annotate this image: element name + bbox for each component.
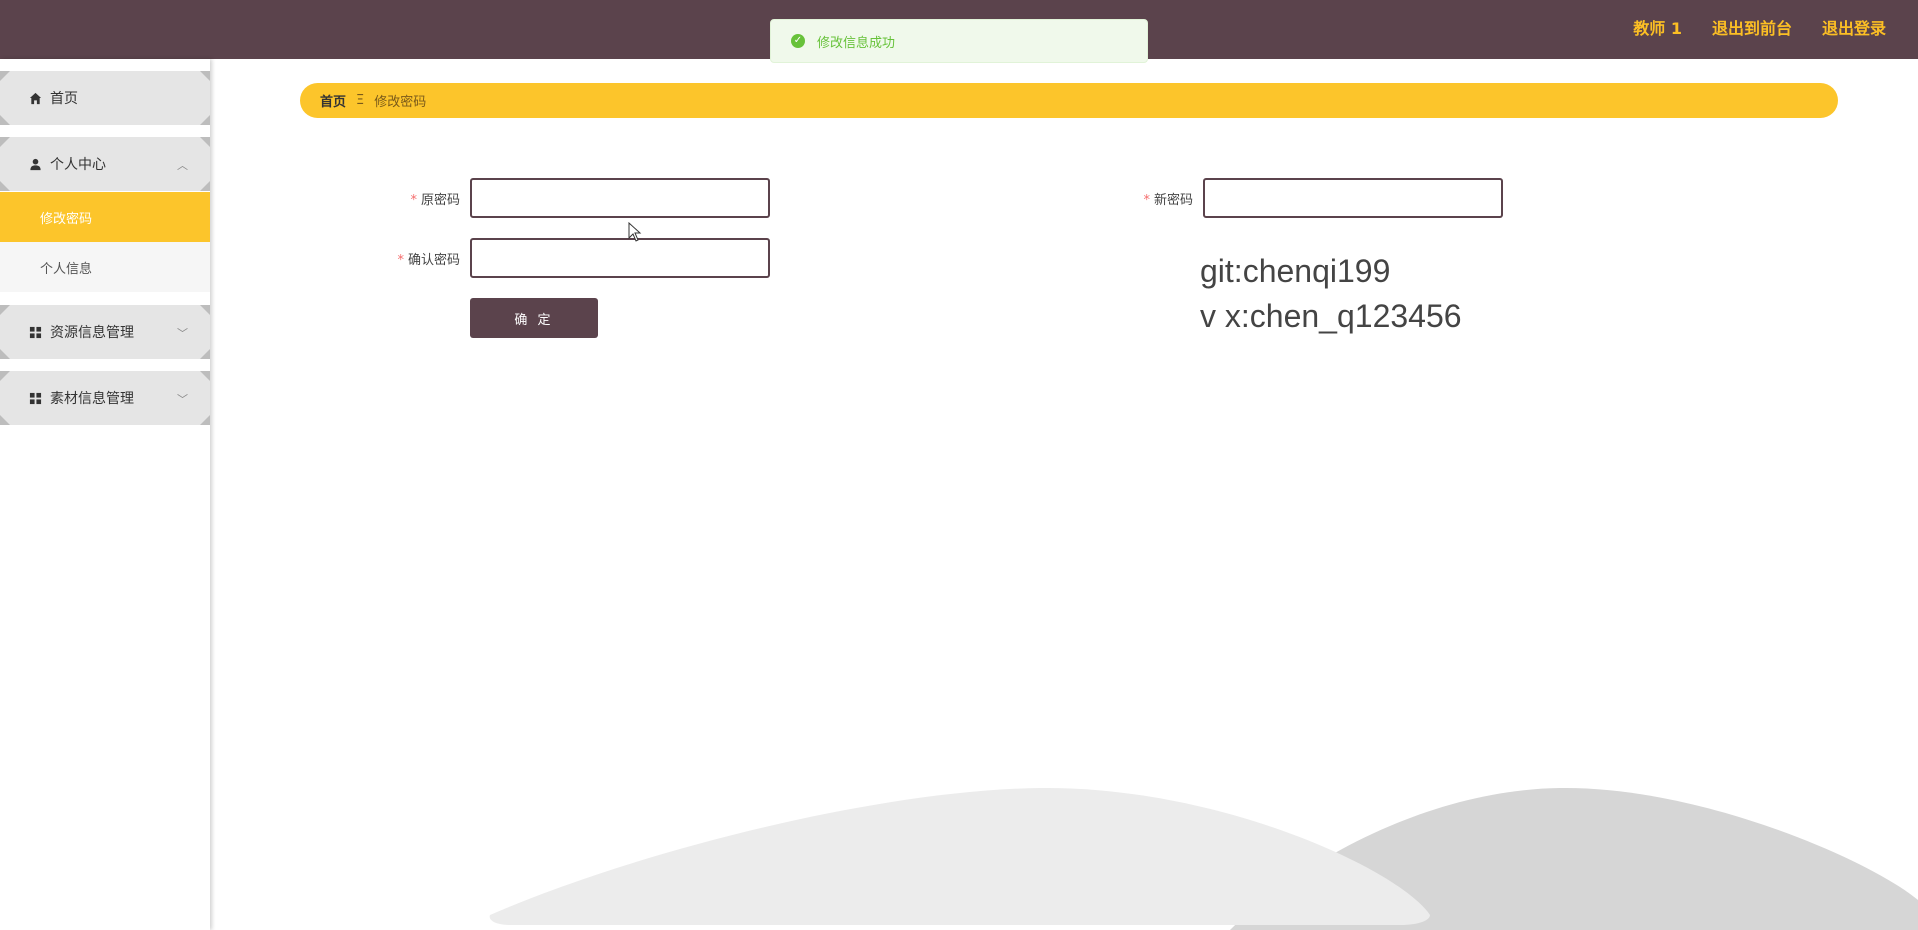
decorative-hills <box>489 787 1918 930</box>
old-password-label-text: 原密码 <box>420 193 460 208</box>
old-password-input[interactable] <box>470 178 770 218</box>
watermark-line-1: git:chenqi199 <box>1200 253 1391 289</box>
sidebar-subitem-personal-info[interactable]: 个人信息 <box>0 242 210 292</box>
sidebar-item-label: 首页 <box>50 91 78 107</box>
home-icon <box>28 91 42 105</box>
confirm-password-label: * 确认密码 <box>340 249 460 268</box>
breadcrumb-home[interactable]: 首页 <box>320 91 346 110</box>
old-password-label: * 原密码 <box>340 189 460 208</box>
breadcrumb: 首页 Ξ 修改密码 <box>300 83 1838 118</box>
new-password-input[interactable] <box>1203 178 1503 218</box>
mouse-cursor-icon <box>628 222 642 242</box>
sidebar-item-label: 资源信息管理 <box>50 325 134 341</box>
check-circle-icon: ✓ <box>791 34 805 48</box>
sidebar-subitem-label: 修改密码 <box>40 211 93 227</box>
sidebar-item-home[interactable]: 首页 <box>0 71 210 125</box>
new-password-label-text: 新密码 <box>1153 193 1193 208</box>
sidebar-item-label: 个人中心 <box>50 157 106 173</box>
confirm-password-label-text: 确认密码 <box>407 253 460 268</box>
required-mark: * <box>410 193 417 208</box>
grid-icon <box>28 325 42 339</box>
required-mark: * <box>1143 193 1150 208</box>
chevron-down-icon: ﹀ <box>177 327 188 340</box>
chevron-down-icon: ﹀ <box>177 393 188 406</box>
submit-button[interactable]: 确 定 <box>470 298 598 338</box>
chevron-up-icon: ︿ <box>177 159 188 172</box>
toast-message: 修改信息成功 <box>817 35 896 51</box>
user-icon <box>28 157 42 171</box>
logout-link[interactable]: 退出登录 <box>1822 18 1886 40</box>
required-mark: * <box>397 253 404 268</box>
back-to-frontend-link[interactable]: 退出到前台 <box>1712 18 1792 40</box>
sidebar-item-personal-center[interactable]: 个人中心 ︿ <box>0 137 210 191</box>
sidebar-item-resource-management[interactable]: 资源信息管理 ﹀ <box>0 305 210 359</box>
new-password-label: * 新密码 <box>1073 189 1193 208</box>
watermark-line-2: v x:chen_q123456 <box>1200 298 1462 334</box>
user-name-link[interactable]: 教师 1 <box>1633 18 1682 40</box>
success-toast: ✓ 修改信息成功 <box>770 19 1148 63</box>
sidebar-item-material-management[interactable]: 素材信息管理 ﹀ <box>0 371 210 425</box>
grid-icon <box>28 391 42 405</box>
breadcrumb-separator: Ξ <box>356 93 365 108</box>
breadcrumb-current: 修改密码 <box>374 95 427 110</box>
top-links: 教师 1 退出到前台 退出登录 <box>1633 18 1886 40</box>
sidebar-item-label: 素材信息管理 <box>50 391 134 407</box>
sidebar-subitem-label: 个人信息 <box>40 261 93 277</box>
confirm-password-input[interactable] <box>470 238 770 278</box>
sidebar-subitem-change-password[interactable]: 修改密码 <box>0 192 210 242</box>
